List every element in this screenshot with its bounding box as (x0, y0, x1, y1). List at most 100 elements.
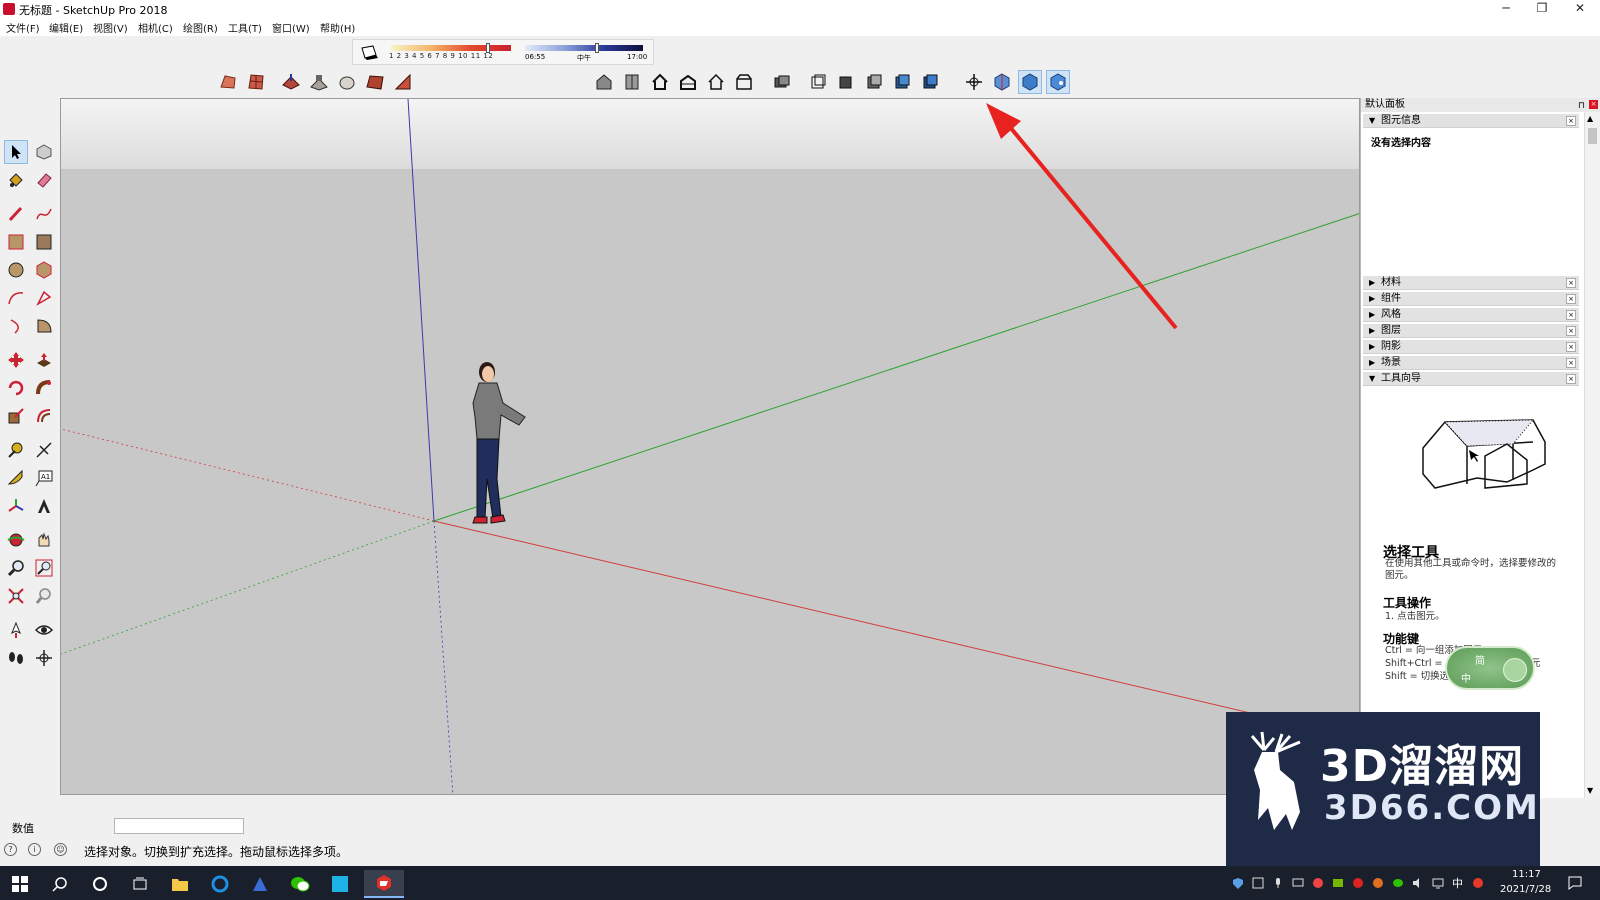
section-close-icon[interactable]: × (1566, 278, 1576, 288)
tray-app-icon[interactable] (1372, 877, 1384, 889)
move-tool-button[interactable] (4, 348, 28, 372)
3point-arc-button[interactable] (4, 314, 28, 338)
view-top-button[interactable] (620, 70, 644, 94)
user-account-icon[interactable]: ☺ (54, 843, 67, 856)
xray-button[interactable] (770, 70, 794, 94)
3d-text-button[interactable] (32, 494, 56, 518)
time-slider-handle[interactable] (595, 43, 599, 53)
wireframe-button[interactable] (806, 70, 830, 94)
orbit-tool-button[interactable] (4, 528, 28, 552)
scale-figure-person[interactable] (472, 362, 526, 524)
zoom-extents-button[interactable] (4, 584, 28, 608)
section-close-icon[interactable]: × (1566, 116, 1576, 126)
geo-location-icon[interactable]: ? (4, 843, 17, 856)
select-tool-button[interactable] (4, 140, 28, 164)
start-button[interactable] (0, 870, 40, 898)
time-slider[interactable] (525, 45, 643, 51)
monochrome-button[interactable] (918, 70, 942, 94)
zoom-tool-button[interactable] (4, 556, 28, 580)
view-front-button[interactable] (648, 70, 672, 94)
offset-tool-button[interactable] (32, 404, 56, 428)
taskbar-clock-time[interactable]: 11:17 (1512, 869, 1541, 880)
task-view-button[interactable] (120, 870, 160, 898)
microphone-icon[interactable] (1272, 877, 1284, 889)
scroll-down-icon[interactable]: ▼ (1587, 786, 1593, 795)
month-slider[interactable] (391, 45, 511, 51)
view-iso-button[interactable] (592, 70, 616, 94)
credits-info-icon[interactable]: i (28, 843, 41, 856)
2point-arc-button[interactable] (32, 286, 56, 310)
section-close-icon[interactable]: × (1566, 358, 1576, 368)
section-display-button[interactable] (1018, 70, 1042, 94)
taskbar-app-5[interactable] (320, 870, 360, 898)
section-cut-button[interactable] (1046, 70, 1070, 94)
display-icon[interactable] (1292, 877, 1304, 889)
line-tool-button[interactable] (4, 202, 28, 226)
wechat-tray-icon[interactable] (1392, 877, 1404, 889)
styles-header[interactable]: ▶ 风格 × (1363, 308, 1579, 322)
maximize-button[interactable]: ❐ (1524, 0, 1560, 18)
menu-window[interactable]: 窗口(W) (272, 20, 310, 35)
shadows-header[interactable]: ▶ 阴影 × (1363, 340, 1579, 354)
sandbox-from-scratch-button[interactable] (244, 70, 268, 94)
taskbar-app-3[interactable] (240, 870, 280, 898)
section-close-icon[interactable]: × (1566, 326, 1576, 336)
rotated-rectangle-button[interactable] (32, 230, 56, 254)
taskbar-file-explorer[interactable] (160, 870, 200, 898)
arc-tool-button[interactable] (4, 286, 28, 310)
pan-tool-button[interactable] (32, 528, 56, 552)
section-close-icon[interactable]: × (1566, 310, 1576, 320)
sogou-ime-icon[interactable] (1472, 877, 1484, 889)
dimension-tool-button[interactable] (32, 438, 56, 462)
menu-draw[interactable]: 绘图(R) (183, 20, 218, 35)
menu-view[interactable]: 视图(V) (93, 20, 128, 35)
rectangle-tool-button[interactable] (4, 230, 28, 254)
stamp-button[interactable] (307, 70, 331, 94)
follow-me-button[interactable] (32, 376, 56, 400)
scale-tool-button[interactable] (4, 404, 28, 428)
walk-tool-button[interactable] (4, 646, 28, 670)
measurements-input[interactable] (114, 818, 244, 834)
menu-tools[interactable]: 工具(T) (228, 20, 262, 35)
taskbar-clock-date[interactable]: 2021/7/28 (1500, 884, 1551, 895)
ime-indicator[interactable]: 中 (1452, 875, 1463, 891)
layers-header[interactable]: ▶ 图层 × (1363, 324, 1579, 338)
tray-app-icon[interactable] (1312, 877, 1324, 889)
polygon-tool-button[interactable] (32, 258, 56, 282)
taskbar-edge[interactable] (200, 870, 240, 898)
menu-file[interactable]: 文件(F) (6, 20, 40, 35)
push-pull-button[interactable] (32, 348, 56, 372)
eraser-button[interactable] (32, 168, 56, 192)
ime-floating-widget[interactable]: 简 中 (1445, 646, 1535, 690)
shaded-textures-button[interactable] (890, 70, 914, 94)
section-plane-button[interactable] (990, 70, 1014, 94)
components-header[interactable]: ▶ 组件 × (1363, 292, 1579, 306)
scenes-header[interactable]: ▶ 场景 × (1363, 356, 1579, 370)
text-tool-button[interactable]: A1 (32, 466, 56, 490)
tray-scrollbar[interactable]: ▲ ▼ (1584, 112, 1600, 798)
axes-tool-button[interactable] (4, 494, 28, 518)
nvidia-icon[interactable] (1332, 877, 1344, 889)
taskbar-sketchup[interactable] (364, 870, 404, 898)
minimize-button[interactable]: ─ (1488, 0, 1524, 18)
tray-close-icon[interactable]: × (1589, 100, 1598, 109)
sandbox-from-contours-button[interactable] (216, 70, 240, 94)
shaded-button[interactable] (862, 70, 886, 94)
cortana-button[interactable] (80, 870, 120, 898)
section-close-icon[interactable]: × (1566, 294, 1576, 304)
view-right-button[interactable] (676, 70, 700, 94)
position-camera-button[interactable] (4, 618, 28, 642)
protractor-button[interactable] (4, 466, 28, 490)
zoom-window-button[interactable] (32, 556, 56, 580)
previous-view-button[interactable] (32, 584, 56, 608)
add-detail-button[interactable] (363, 70, 387, 94)
scroll-up-icon[interactable]: ▲ (1587, 114, 1593, 123)
smoove-button[interactable] (279, 70, 303, 94)
notification-center-icon[interactable] (1568, 876, 1582, 890)
paint-bucket-button[interactable] (4, 168, 28, 192)
flip-edge-button[interactable] (391, 70, 415, 94)
section-plane-tool-button[interactable] (32, 646, 56, 670)
close-button[interactable]: ✕ (1562, 0, 1598, 18)
menu-help[interactable]: 帮助(H) (320, 20, 355, 35)
taskbar-wechat[interactable] (280, 870, 320, 898)
